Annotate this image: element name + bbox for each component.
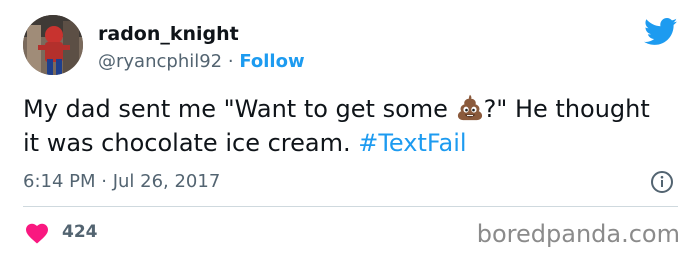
info-icon[interactable]: [650, 170, 674, 194]
author-name[interactable]: radon_knight: [98, 22, 239, 46]
tweet-text-part-1: My dad sent me "Want to get some: [23, 95, 456, 123]
twitter-bird-icon[interactable]: [644, 18, 678, 46]
follow-button[interactable]: Follow: [239, 51, 304, 72]
poop-emoji-icon: [457, 94, 482, 121]
handle-separator: ·: [222, 51, 240, 72]
avatar-image: [23, 15, 83, 75]
divider: [23, 206, 678, 207]
tweet-timestamp[interactable]: 6:14 PM · Jul 26, 2017: [23, 170, 220, 194]
tweet-text: My dad sent me "Want to get some ?" He t…: [23, 92, 673, 160]
hashtag-link[interactable]: #TextFail: [358, 129, 466, 157]
like-count[interactable]: 424: [62, 220, 98, 244]
author-handle-line: @ryancphil92 · Follow: [98, 50, 305, 74]
heart-icon[interactable]: [25, 222, 49, 244]
watermark: boredpanda.com: [476, 220, 680, 248]
author-handle[interactable]: @ryancphil92: [98, 51, 222, 72]
avatar[interactable]: [23, 15, 83, 75]
